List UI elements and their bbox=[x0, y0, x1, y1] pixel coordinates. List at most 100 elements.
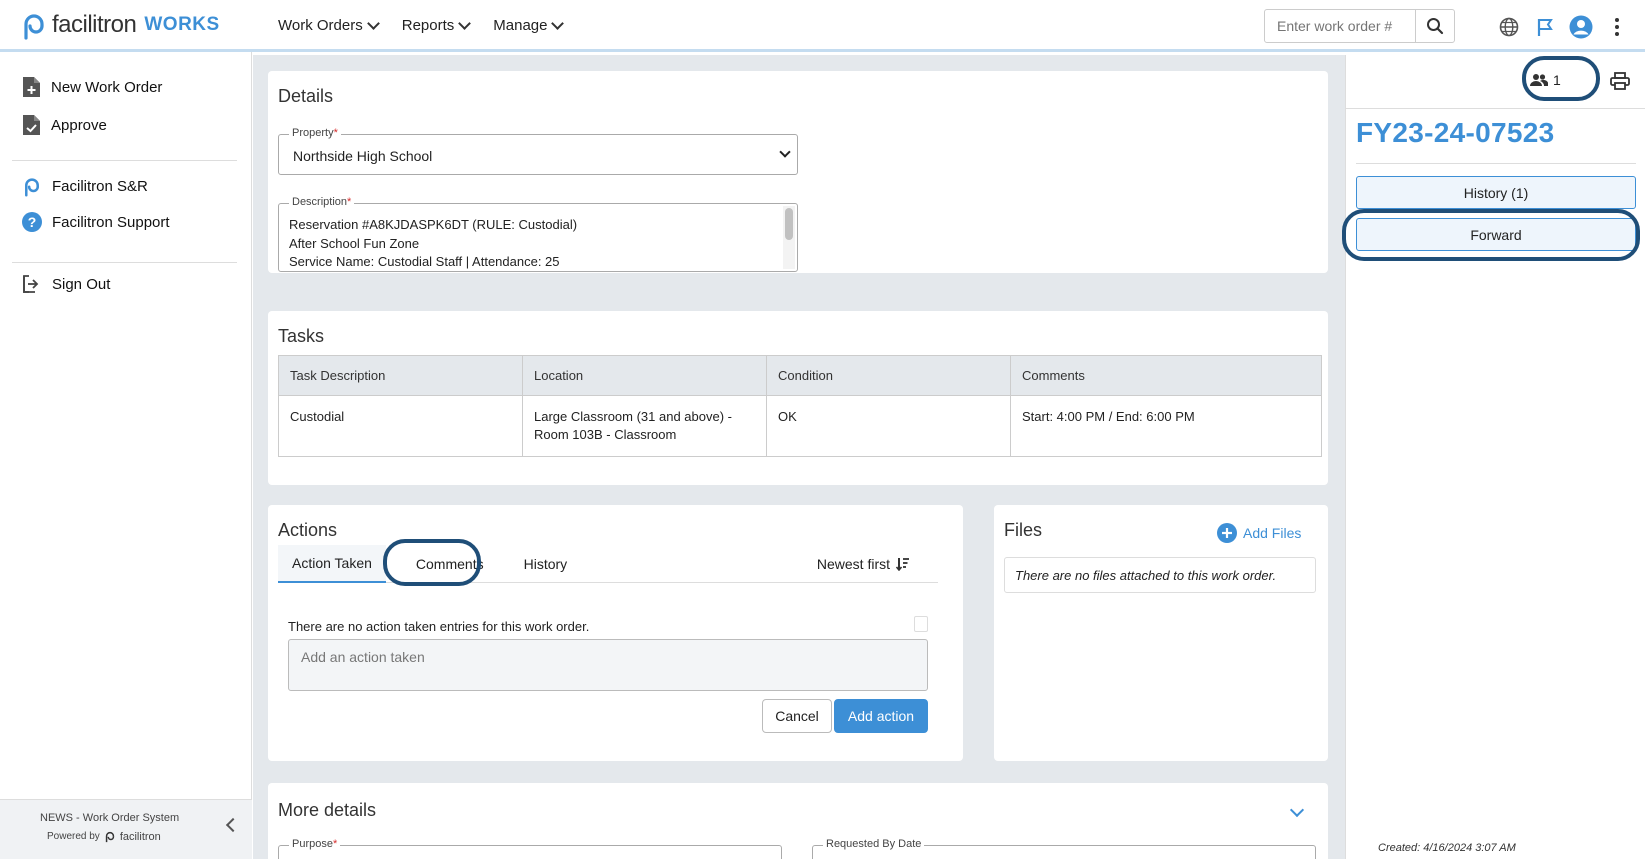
search-button[interactable] bbox=[1415, 10, 1454, 42]
tasks-title: Tasks bbox=[278, 326, 325, 346]
work-order-number: FY23-24-07523 bbox=[1356, 117, 1555, 148]
more-details-card: More details Purpose* Requested By Date bbox=[268, 783, 1328, 859]
sidebar-item-sign-out[interactable]: Sign Out bbox=[22, 274, 110, 294]
app-logo[interactable]: facilitron WORKS bbox=[20, 10, 220, 40]
more-vertical-icon[interactable] bbox=[1604, 14, 1630, 40]
sort-descending-icon bbox=[896, 557, 909, 571]
location-line: Room 103B - Classroom bbox=[534, 427, 677, 442]
scrollbar-thumb[interactable] bbox=[785, 208, 793, 240]
facilitron-logo-icon bbox=[105, 831, 114, 843]
print-icon[interactable] bbox=[1610, 72, 1630, 93]
flag-icon[interactable] bbox=[1532, 14, 1558, 40]
description-label-text: Description bbox=[292, 196, 348, 208]
column-header: Condition bbox=[766, 355, 1011, 396]
chevron-down-icon[interactable] bbox=[1289, 802, 1305, 818]
panel-divider bbox=[1356, 163, 1636, 164]
chevron-down-icon bbox=[366, 16, 380, 30]
brand-name: facilitron bbox=[52, 11, 137, 38]
search-icon bbox=[1427, 18, 1444, 35]
table-row: Custodial Large Classroom (31 and above)… bbox=[278, 395, 1322, 457]
sidebar-item-facilitron-sr[interactable]: Facilitron S&R bbox=[22, 175, 148, 197]
watchers-button[interactable]: 1 bbox=[1530, 72, 1561, 88]
sidebar-footer: NEWS - Work Order System Powered by faci… bbox=[0, 799, 252, 859]
expand-checkbox[interactable] bbox=[914, 616, 928, 632]
sidebar-item-label: Sign Out bbox=[52, 275, 111, 293]
property-label: Property* bbox=[289, 127, 341, 139]
add-files-label: Add Files bbox=[1243, 525, 1302, 541]
tab-action-taken[interactable]: Action Taken bbox=[278, 545, 386, 583]
description-line: Service Name: Custodial Staff | Attendan… bbox=[289, 254, 560, 269]
add-action-button[interactable]: Add action bbox=[834, 699, 928, 733]
requested-by-label: Requested By Date bbox=[823, 838, 925, 850]
panel-divider bbox=[1346, 108, 1645, 109]
sidebar-item-facilitron-support[interactable]: ? Facilitron Support bbox=[22, 212, 170, 232]
purpose-field[interactable]: Purpose* bbox=[278, 838, 782, 859]
main-nav: Work Orders Reports Manage bbox=[278, 16, 565, 34]
history-button[interactable]: History (1) bbox=[1356, 176, 1636, 209]
tab-label: Comments bbox=[415, 556, 484, 572]
tasks-table: Task Description Location Condition Comm… bbox=[278, 355, 1322, 457]
sidebar-divider bbox=[12, 262, 237, 263]
files-empty-box: There are no files attached to this work… bbox=[1004, 557, 1316, 593]
main-content: Details Property* Northside High School … bbox=[253, 55, 1345, 859]
watchers-count: 1 bbox=[1553, 72, 1561, 88]
sidebar: New Work Order Approve Facilitron S&R ? … bbox=[0, 52, 252, 859]
tab-label: Action Taken bbox=[292, 555, 372, 571]
action-input-placeholder: Add an action taken bbox=[301, 649, 425, 665]
task-description-cell: Custodial bbox=[278, 395, 523, 457]
work-order-search bbox=[1264, 9, 1455, 43]
action-input[interactable]: Add an action taken bbox=[288, 639, 928, 691]
sort-toggle[interactable]: Newest first bbox=[817, 545, 938, 582]
facilitron-logo-icon bbox=[25, 178, 39, 197]
property-select[interactable]: Property* Northside High School bbox=[278, 127, 798, 175]
tasks-card: Tasks Task Description Location Conditio… bbox=[268, 311, 1328, 485]
nav-label: Work Orders bbox=[278, 17, 363, 34]
sidebar-item-label: Facilitron S&R bbox=[52, 177, 148, 195]
user-avatar-icon[interactable] bbox=[1568, 14, 1594, 40]
details-title: Details bbox=[278, 86, 334, 106]
column-header: Location bbox=[522, 355, 767, 396]
brand-product: WORKS bbox=[144, 14, 220, 35]
nav-manage[interactable]: Manage bbox=[493, 16, 565, 34]
description-textarea[interactable]: Description* Reservation #A8KJDASPK6DT (… bbox=[278, 196, 798, 272]
files-title: Files bbox=[1004, 520, 1043, 540]
requested-by-date-field[interactable]: Requested By Date bbox=[812, 838, 1316, 859]
sidebar-item-approve[interactable]: Approve bbox=[22, 114, 107, 136]
powered-by: Powered by facilitron bbox=[47, 830, 161, 843]
powered-by-brand: facilitron bbox=[119, 830, 161, 843]
sidebar-divider bbox=[12, 160, 237, 161]
task-location-cell: Large Classroom (31 and above) - Room 10… bbox=[522, 395, 767, 457]
add-files-button[interactable]: Add Files bbox=[1217, 523, 1301, 543]
actions-tabs: Action Taken Comments History Newest fir… bbox=[278, 545, 938, 583]
nav-reports[interactable]: Reports bbox=[401, 16, 472, 34]
scrollbar[interactable] bbox=[783, 206, 795, 269]
work-order-panel: 1 FY23-24-07523 History (1) Forward Crea… bbox=[1342, 55, 1645, 859]
property-label-text: Property bbox=[292, 127, 334, 139]
cancel-button[interactable]: Cancel bbox=[762, 699, 832, 733]
purpose-label-text: Purpose bbox=[292, 838, 333, 850]
tab-comments[interactable]: Comments bbox=[386, 545, 504, 583]
svg-text:?: ? bbox=[28, 214, 37, 230]
sidebar-item-new-work-order[interactable]: New Work Order bbox=[22, 76, 162, 98]
people-icon bbox=[1530, 74, 1548, 86]
property-value: Northside High School bbox=[293, 148, 433, 164]
forward-button[interactable]: Forward bbox=[1356, 218, 1636, 251]
nav-work-orders[interactable]: Work Orders bbox=[278, 16, 380, 34]
description-line: After School Fun Zone bbox=[289, 235, 420, 251]
collapse-sidebar-icon[interactable] bbox=[225, 817, 241, 833]
task-condition-cell: OK bbox=[766, 395, 1011, 457]
files-empty-text: There are no files attached to this work… bbox=[1015, 568, 1277, 583]
empty-actions-text: There are no action taken entries for th… bbox=[288, 619, 590, 634]
nav-label: Reports bbox=[401, 17, 455, 34]
task-comments-cell: Start: 4:00 PM / End: 6:00 PM bbox=[1010, 395, 1322, 457]
file-check-icon bbox=[23, 115, 40, 135]
description-label: Description* bbox=[289, 196, 355, 208]
file-plus-icon bbox=[23, 77, 40, 97]
tab-history[interactable]: History bbox=[504, 545, 582, 583]
sort-label: Newest first bbox=[816, 555, 890, 572]
purpose-label: Purpose* bbox=[289, 838, 341, 850]
column-header: Comments bbox=[1010, 355, 1322, 396]
globe-icon[interactable] bbox=[1496, 14, 1522, 40]
powered-by-label: Powered by bbox=[47, 831, 100, 842]
search-input[interactable] bbox=[1265, 10, 1415, 42]
